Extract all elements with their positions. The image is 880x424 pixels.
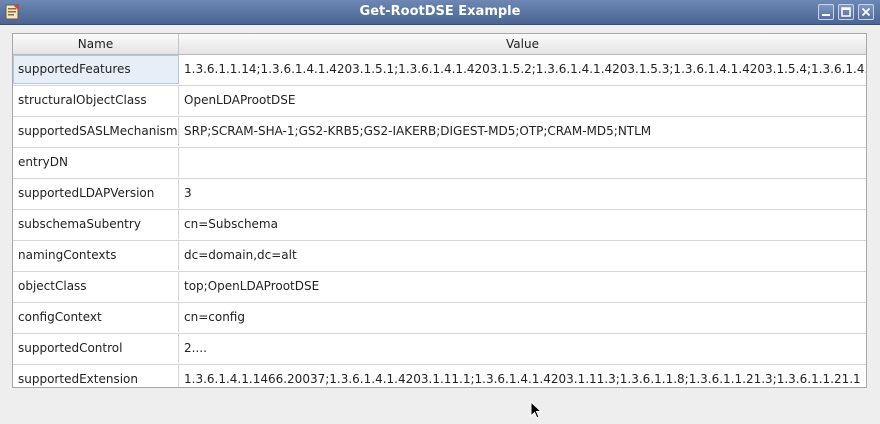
row-name-cell[interactable]: structuralObjectClass xyxy=(13,86,179,115)
table-body: supportedFeatures 1.3.6.1.1.14;1.3.6.1.4… xyxy=(13,55,866,387)
row-value-cell[interactable]: 1.3.6.1.1.14;1.3.6.1.4.1.4203.1.5.1;1.3.… xyxy=(179,55,866,84)
table-row[interactable]: supportedControl 2.... xyxy=(13,334,866,365)
row-name-cell[interactable]: subschemaSubentry xyxy=(13,210,179,239)
row-value-cell[interactable]: SRP;SCRAM-SHA-1;GS2-KRB5;GS2-IAKERB;DIGE… xyxy=(179,117,866,146)
column-header-name[interactable]: Name xyxy=(13,34,179,54)
row-value-cell[interactable]: OpenLDAProotDSE xyxy=(179,86,866,115)
table-row[interactable]: entryDN xyxy=(13,148,866,179)
row-name-cell[interactable]: supportedLDAPVersion xyxy=(13,179,179,208)
window-title: Get-RootDSE Example xyxy=(359,4,521,19)
table-row[interactable]: supportedSASLMechanisms SRP;SCRAM-SHA-1;… xyxy=(13,117,866,148)
row-value-cell[interactable]: 2.... xyxy=(179,334,866,363)
maximize-button[interactable] xyxy=(838,4,854,20)
table-row[interactable]: objectClass top;OpenLDAProotDSE xyxy=(13,272,866,303)
row-value-cell[interactable]: top;OpenLDAProotDSE xyxy=(179,272,866,301)
maximize-icon xyxy=(841,7,851,17)
row-value-cell[interactable]: 1.3.6.1.4.1.1466.20037;1.3.6.1.4.1.4203.… xyxy=(179,365,866,387)
title-bar[interactable]: Get-RootDSE Example xyxy=(0,0,880,25)
row-name-cell[interactable]: supportedControl xyxy=(13,334,179,363)
rootdse-table[interactable]: Name Value supportedFeatures 1.3.6.1.1.1… xyxy=(12,33,867,388)
row-name-cell[interactable]: configContext xyxy=(13,303,179,332)
table-header: Name Value xyxy=(13,34,866,55)
table-row[interactable]: supportedFeatures 1.3.6.1.1.14;1.3.6.1.4… xyxy=(13,55,866,86)
row-name-cell[interactable]: supportedFeatures xyxy=(13,55,179,84)
row-value-cell[interactable]: cn=Subschema xyxy=(179,210,866,239)
table-row[interactable]: subschemaSubentry cn=Subschema xyxy=(13,210,866,241)
row-value-cell[interactable]: cn=config xyxy=(179,303,866,332)
close-button[interactable] xyxy=(858,4,874,20)
row-name-cell[interactable]: namingContexts xyxy=(13,241,179,270)
table-row[interactable]: configContext cn=config xyxy=(13,303,866,334)
mouse-pointer-icon xyxy=(530,400,544,424)
table-row[interactable]: structuralObjectClass OpenLDAProotDSE xyxy=(13,86,866,117)
row-name-cell[interactable]: supportedExtension xyxy=(13,365,179,387)
row-value-cell[interactable]: 3 xyxy=(179,179,866,208)
row-name-cell[interactable]: entryDN xyxy=(13,148,179,177)
row-name-cell[interactable]: supportedSASLMechanisms xyxy=(13,117,179,146)
minimize-icon xyxy=(822,14,830,16)
row-name-cell[interactable]: objectClass xyxy=(13,272,179,301)
table-row[interactable]: supportedLDAPVersion 3 xyxy=(13,179,866,210)
close-icon xyxy=(861,7,871,17)
table-row[interactable]: supportedExtension 1.3.6.1.4.1.1466.2003… xyxy=(13,365,866,387)
row-value-cell[interactable]: dc=domain,dc=alt xyxy=(179,241,866,270)
column-header-value[interactable]: Value xyxy=(179,34,866,54)
row-value-cell[interactable] xyxy=(179,148,866,177)
table-row[interactable]: namingContexts dc=domain,dc=alt xyxy=(13,241,866,272)
minimize-button[interactable] xyxy=(818,4,834,20)
